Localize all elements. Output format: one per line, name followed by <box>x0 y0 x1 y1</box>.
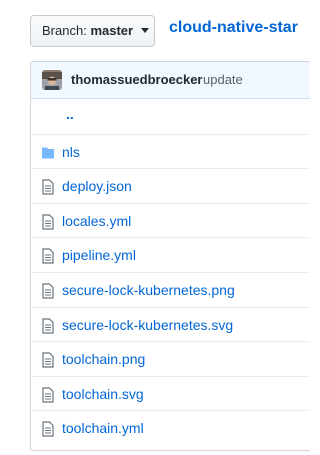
file-link[interactable]: deploy.json <box>62 169 132 203</box>
list-item[interactable]: toolchain.png <box>31 341 310 376</box>
file-icon <box>42 179 54 195</box>
file-link[interactable]: toolchain.png <box>62 342 145 376</box>
file-icon <box>42 248 54 264</box>
list-item[interactable]: toolchain.svg <box>31 375 310 411</box>
parent-directory-row[interactable]: .. <box>31 99 310 134</box>
list-item[interactable]: toolchain.yml <box>31 410 310 445</box>
parent-directory-link[interactable]: .. <box>66 99 74 129</box>
list-item[interactable]: secure-lock-kubernetes.svg <box>31 306 310 342</box>
file-list: thomassuedbroecker update .. nls deploy.… <box>30 61 310 451</box>
commit-message[interactable]: update <box>203 62 243 98</box>
breadcrumb-repo-link[interactable]: cloud-native-star <box>169 19 298 37</box>
file-link[interactable]: pipeline.yml <box>62 238 136 272</box>
branch-select-button[interactable]: Branch: master <box>30 15 155 47</box>
file-link[interactable]: nls <box>62 135 80 169</box>
file-icon <box>42 214 54 230</box>
file-link[interactable]: locales.yml <box>62 204 131 238</box>
file-link[interactable]: secure-lock-kubernetes.svg <box>62 308 233 342</box>
list-item[interactable]: pipeline.yml <box>31 237 310 272</box>
branch-name: master <box>90 23 134 38</box>
file-icon <box>42 283 54 299</box>
file-link[interactable]: toolchain.svg <box>62 377 144 411</box>
list-item[interactable]: deploy.json <box>31 168 310 203</box>
avatar-image <box>42 72 62 90</box>
file-link[interactable]: secure-lock-kubernetes.png <box>62 273 235 307</box>
folder-icon <box>42 147 54 159</box>
commit-author-link[interactable]: thomassuedbroecker <box>71 62 203 98</box>
file-icon <box>42 421 54 437</box>
file-icon <box>42 317 54 334</box>
file-link[interactable]: toolchain.yml <box>62 411 144 445</box>
list-item[interactable]: secure-lock-kubernetes.png <box>31 271 310 307</box>
file-icon <box>42 352 54 368</box>
avatar[interactable] <box>42 70 62 90</box>
file-icon <box>42 387 54 403</box>
branch-prefix: Branch: <box>42 23 87 38</box>
list-item[interactable]: locales.yml <box>31 202 310 238</box>
caret-down-icon <box>140 28 149 33</box>
repo-header: Branch: master cloud-native-star <box>0 0 301 62</box>
latest-commit-bar: thomassuedbroecker update <box>31 62 310 99</box>
list-item[interactable]: nls <box>31 133 310 169</box>
